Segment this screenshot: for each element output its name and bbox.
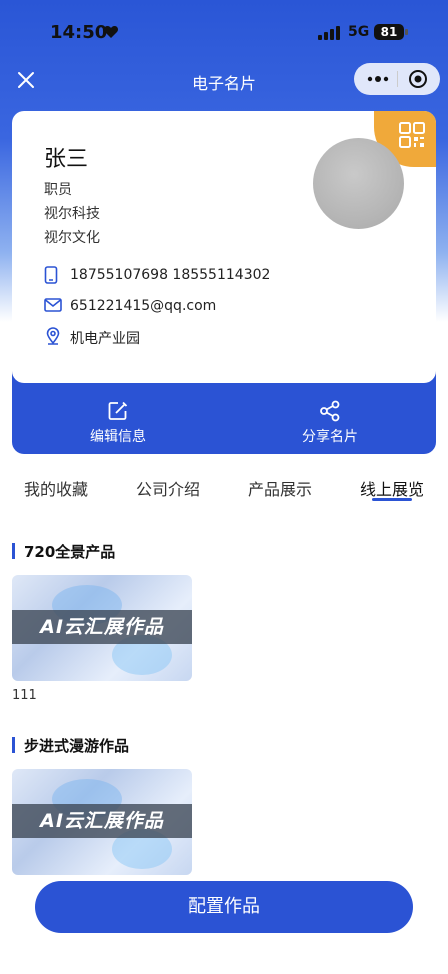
signal-icon (318, 26, 340, 40)
business-card: 张三 职员 视尔科技 视尔文化 18755107698 18555114302 … (12, 111, 436, 383)
tab-favorites[interactable]: 我的收藏 (24, 476, 88, 500)
mini-program-capsule (354, 63, 440, 95)
battery-icon: 81 (374, 24, 404, 40)
company-name-1: 视尔科技 (44, 206, 100, 222)
status-bar: 14:50 5G 81 (0, 0, 448, 64)
thumbnail-caption: AI云汇展作品 (12, 804, 192, 838)
phone-numbers: 18755107698 18555114302 (70, 267, 271, 283)
share-icon (320, 400, 340, 422)
qr-code-icon (399, 122, 425, 148)
location-icon (46, 327, 60, 345)
exit-target-icon[interactable] (408, 69, 428, 89)
tab-bar: 我的收藏 公司介绍 产品展示 线上展览 (0, 476, 448, 506)
share-card-button[interactable]: 分享名片 (250, 400, 410, 446)
nav-bar: 电子名片 (0, 62, 448, 98)
status-time: 14:50 (50, 22, 108, 43)
tab-product-showcase[interactable]: 产品展示 (248, 476, 312, 500)
job-title: 职员 (44, 182, 72, 198)
battery-level: 81 (380, 25, 398, 39)
edit-info-label: 编辑信息 (90, 429, 146, 445)
section-title-text: 步进式漫游作品 (24, 737, 130, 755)
section-title-text: 720全景产品 (24, 543, 116, 561)
tab-online-exhibition[interactable]: 线上展览 (360, 476, 424, 500)
capsule-divider (397, 71, 398, 87)
heart-icon (103, 26, 119, 38)
thumbnail-caption: AI云汇展作品 (12, 610, 192, 644)
section-marker (12, 737, 15, 753)
network-label: 5G (348, 24, 370, 40)
work-item-label: 111 (12, 688, 37, 703)
work-thumbnail[interactable]: AI云汇展作品 (12, 769, 192, 875)
section-marker (12, 543, 15, 559)
battery-tip (405, 29, 408, 35)
share-card-label: 分享名片 (302, 429, 358, 445)
edit-icon (108, 401, 128, 420)
email-row[interactable]: 651221415@qq.com (44, 296, 404, 316)
work-thumbnail[interactable]: AI云汇展作品 (12, 575, 192, 681)
email-address: 651221415@qq.com (70, 298, 217, 314)
more-icon[interactable] (366, 71, 390, 87)
email-icon (44, 298, 62, 312)
address-row[interactable]: 机电产业园 (44, 326, 404, 347)
avatar (313, 138, 404, 229)
company-name-2: 视尔文化 (44, 230, 100, 246)
address-text: 机电产业园 (70, 331, 140, 347)
active-tab-indicator (372, 498, 412, 501)
person-name: 张三 (44, 147, 89, 172)
phone-icon (44, 266, 58, 284)
phone-row[interactable]: 18755107698 18555114302 (44, 265, 404, 285)
tab-company-intro[interactable]: 公司介绍 (136, 476, 200, 500)
edit-info-button[interactable]: 编辑信息 (38, 400, 198, 446)
configure-works-button[interactable]: 配置作品 (35, 881, 413, 933)
